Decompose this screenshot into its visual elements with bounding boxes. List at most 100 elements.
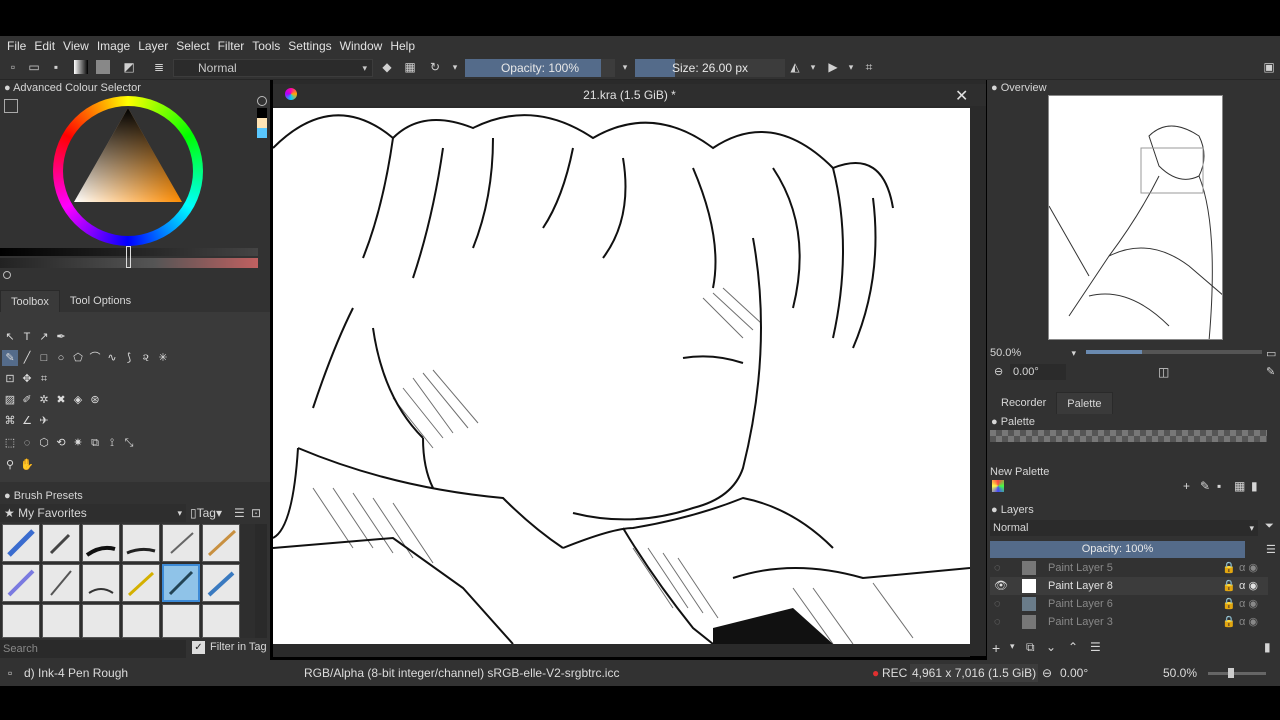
menu-select[interactable]: Select [172,39,213,53]
canvas-vscrollbar[interactable] [972,108,984,644]
visibility-off-icon[interactable]: ◌ [994,595,1001,613]
bezier-select-tool-icon[interactable]: ⟟ [104,435,120,451]
layer-opacity-slider[interactable]: Opacity: 100% [990,541,1245,558]
close-document-icon[interactable]: ✕ [955,86,968,106]
dynamic-brush-tool-icon[interactable]: ૨ [138,350,154,366]
layer-row[interactable]: ◌ Paint Layer 3 🔒 α ◉ [990,613,1268,631]
color-swatch-light[interactable] [257,118,267,128]
layer-blend-select[interactable]: Normal ▾ [990,520,1258,536]
filter-in-tag-checkbox[interactable]: ✓ [192,641,205,654]
opacity-slider[interactable]: Opacity: 100% [465,59,615,77]
mirror-vertical-icon[interactable]: ▶ [826,60,840,74]
visibility-off-icon[interactable]: ◌ [994,613,1001,631]
delete-layer-icon[interactable]: ▮ [1264,640,1271,654]
menu-tools[interactable]: Tools [248,39,284,53]
pan-tool-icon[interactable]: ✋ [19,457,35,473]
lock-alpha-icons[interactable]: 🔒 α ◉ [1222,595,1258,613]
settings-icon[interactable] [3,271,11,279]
list-view-icon[interactable]: ☰ [234,506,245,520]
layer-row[interactable]: ◌ Paint Layer 5 🔒 α ◉ [990,559,1268,577]
brush-preset-17[interactable] [162,604,200,638]
reference-tool-icon[interactable]: ✈ [36,413,52,429]
lock-alpha-icons[interactable]: 🔒 α ◉ [1222,577,1258,595]
text-tool-icon[interactable]: T [19,329,35,345]
wrap-around-icon[interactable]: ⌗ [862,60,876,74]
brush-preset-8[interactable] [42,564,80,602]
tab-palette[interactable]: Palette [1056,392,1113,414]
freehand-select-tool-icon[interactable]: ⟲ [53,435,69,451]
filter-icon[interactable]: ⏷ [1265,520,1274,533]
brush-preset-9[interactable] [82,564,120,602]
select-shapes-tool-icon[interactable]: ↖ [2,329,18,345]
rect-select-tool-icon[interactable]: ⬚ [2,435,18,451]
status-zoom[interactable]: 50.0% [1163,660,1197,686]
zoom-tool-icon[interactable]: ⚲ [2,457,18,473]
smart-patch-tool-icon[interactable]: ✲ [36,392,52,408]
chevron-down-icon[interactable]: ▾ [618,60,632,74]
brush-grid-scrollbar[interactable] [255,524,267,638]
menu-layer[interactable]: Layer [134,39,172,53]
brush-preset-14[interactable] [42,604,80,638]
menu-window[interactable]: Window [336,39,387,53]
overview-zoom-slider[interactable] [1086,350,1262,354]
color-triangle[interactable] [72,106,184,206]
save-icon[interactable]: ▪ [49,60,63,74]
brush-preset-13[interactable] [2,604,40,638]
brush-preset-selected[interactable] [162,564,200,602]
menu-help[interactable]: Help [386,39,419,53]
clear-color-icon[interactable] [257,96,267,106]
rec-label[interactable]: REC [882,660,907,686]
favorites-select[interactable]: ★ My Favorites ▾ [0,504,186,522]
freehand-path-tool-icon[interactable]: ⟆ [121,350,137,366]
visibility-off-icon[interactable]: ◌ [994,559,1001,577]
menu-filter[interactable]: Filter [214,39,249,53]
reload-preset-icon[interactable]: ↻ [428,60,442,74]
layer-row-active[interactable]: 👁 Paint Layer 8 🔒 α ◉ [990,577,1268,595]
menu-edit[interactable]: Edit [30,39,59,53]
freehand-brush-tool-icon[interactable]: ✎ [2,350,18,366]
edit-icon[interactable]: ✎ [1200,479,1210,493]
calligraphy-tool-icon[interactable]: ✒ [53,329,69,345]
assistant-tool-icon[interactable]: ⌘ [2,413,18,429]
new-document-icon[interactable]: ▫ [6,60,20,74]
brush-preset-4[interactable] [122,524,160,562]
brush-preset-15[interactable] [82,604,120,638]
layer-row[interactable]: ◌ Paint Layer 6 🔒 α ◉ [990,595,1268,613]
zoom-slider-handle[interactable] [1228,668,1234,678]
tab-recorder[interactable]: Recorder [991,392,1056,414]
enclose-fill-tool-icon[interactable]: ⊛ [87,392,103,408]
brush-preset-5[interactable] [162,524,200,562]
color-swatch-black[interactable] [257,108,267,118]
menu-file[interactable]: File [3,39,30,53]
brush-preset-7[interactable] [2,564,40,602]
ellipse-select-tool-icon[interactable]: ◌ [19,435,35,451]
brush-search-input[interactable]: Search [0,640,186,658]
mirror-horizontal-icon[interactable]: ◭ [788,60,802,74]
brush-preset-18[interactable] [202,604,240,638]
chevron-down-icon[interactable]: ▾ [448,60,462,74]
menu-view[interactable]: View [59,39,93,53]
palette-colors-icon[interactable] [992,480,1004,492]
save-palette-icon[interactable]: ▪ [1217,479,1221,493]
magnetic-select-tool-icon[interactable]: ⤡ [121,435,137,451]
brush-settings-icon[interactable]: ≣ [152,60,166,74]
add-layer-icon[interactable]: + [992,640,1000,656]
blend-mode-select[interactable]: Normal ▾ [173,59,373,77]
move-up-icon[interactable]: ⌃ [1068,640,1078,654]
bezier-tool-icon[interactable]: ∿ [104,350,120,366]
brush-preset-12[interactable] [202,564,240,602]
menu-settings[interactable]: Settings [284,39,335,53]
lock-alpha-icons[interactable]: 🔒 α ◉ [1222,559,1258,577]
rectangle-tool-icon[interactable]: □ [36,350,52,366]
palette-swatches[interactable] [990,430,1267,442]
layer-menu-icon[interactable]: ☰ [1266,543,1276,556]
ellipse-tool-icon[interactable]: ○ [53,350,69,366]
layer-properties-icon[interactable]: ☰ [1090,640,1101,654]
crop-tool-icon[interactable]: ⌗ [36,371,52,387]
open-document-icon[interactable]: ▭ [27,60,41,74]
transform-tool-icon[interactable]: ⊡ [2,371,18,387]
chevron-down-icon[interactable]: ▾ [1010,641,1015,652]
overview-zoom[interactable]: 50.0% ▾ [990,346,1080,360]
grid-icon[interactable]: ▦ [1234,479,1245,493]
chevron-down-icon[interactable]: ▾ [844,60,858,74]
